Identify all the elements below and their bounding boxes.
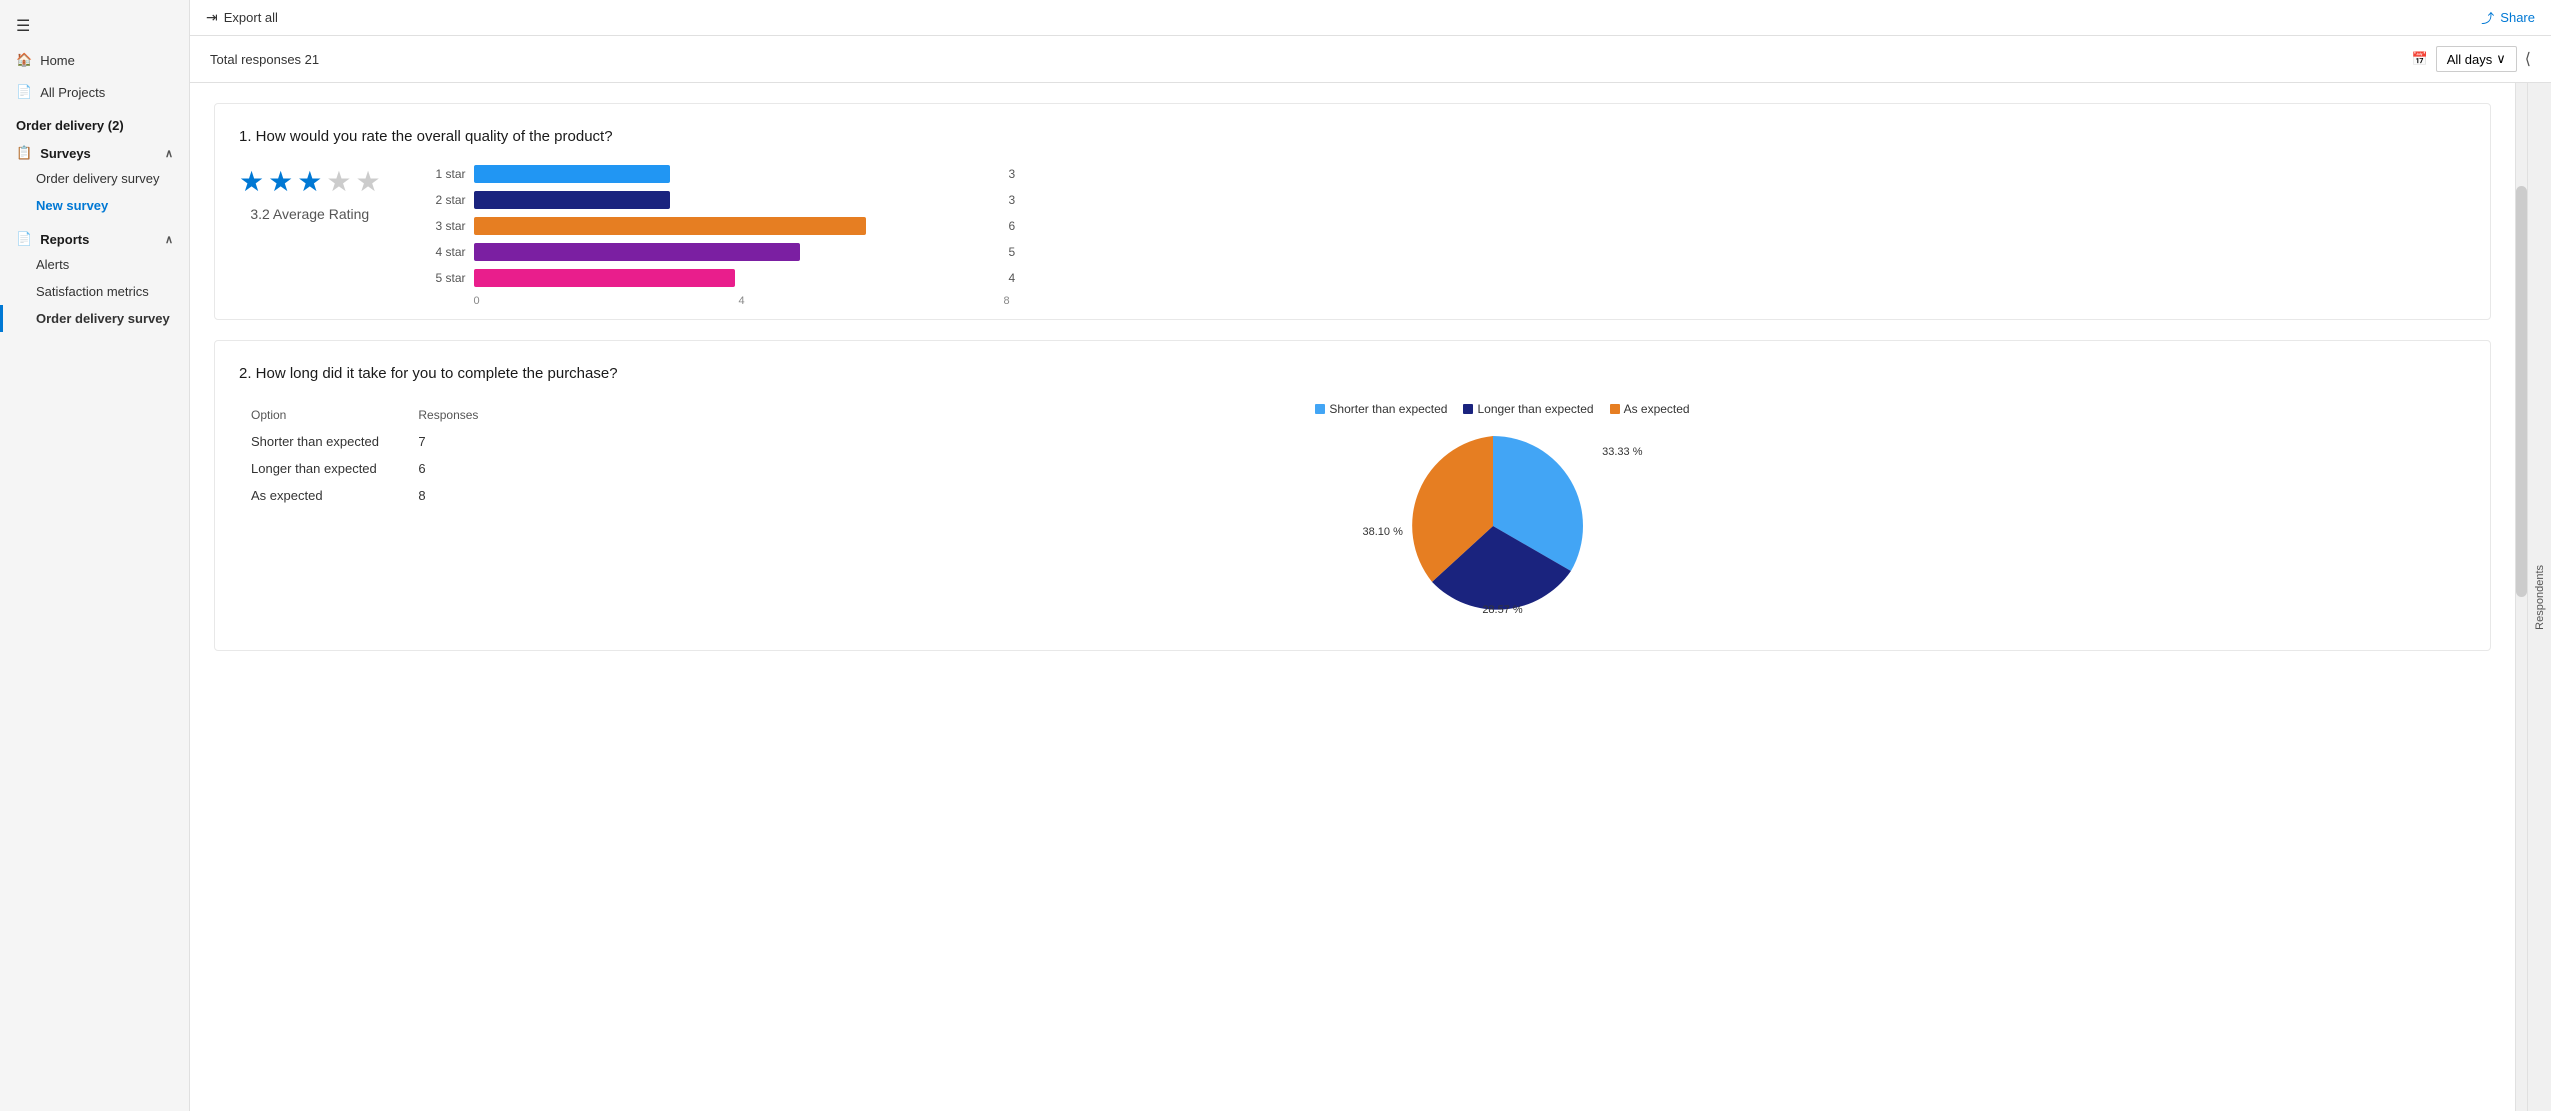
home-icon: 🏠 [16, 52, 32, 68]
share-button[interactable]: ⤴ Share [2481, 8, 2535, 27]
pie-label-expected: 38.10 % [1363, 526, 1403, 538]
pie-section: Option Responses Shorter than expected 7 [239, 402, 2466, 626]
share-icon: ⤴ [2481, 8, 2494, 27]
bar-fill-4star [474, 243, 801, 261]
legend-shorter: Shorter than expected [1315, 402, 1447, 416]
dropdown-chevron-icon: ∨ [2496, 51, 2506, 67]
question-2-title: 2. How long did it take for you to compl… [239, 365, 2466, 382]
avg-rating-label: 3.2 Average Rating [250, 206, 369, 222]
pie-label-shorter: 33.33 % [1602, 446, 1642, 458]
export-button[interactable]: ⇥ Export all [206, 9, 278, 26]
option-shorter: Shorter than expected [239, 428, 406, 455]
surveys-label: Surveys [40, 146, 91, 161]
legend-expected: As expected [1610, 402, 1690, 416]
star-5: ★ [355, 165, 380, 198]
bar-fill-1star [474, 165, 670, 183]
pie-table: Option Responses Shorter than expected 7 [239, 402, 499, 509]
share-label: Share [2500, 10, 2535, 25]
pie-chart-container: Shorter than expected Longer than expect… [539, 402, 2466, 626]
projects-icon: 📄 [16, 84, 32, 100]
pie-legend: Shorter than expected Longer than expect… [1315, 402, 1689, 416]
table-row-expected: As expected 8 [239, 482, 499, 509]
legend-dot-shorter [1315, 404, 1325, 414]
response-shorter: 7 [406, 428, 499, 455]
star-rating-display: ★ ★ ★ ★ ★ 3.2 Average Rating [239, 165, 381, 222]
surveys-chevron: ∧ [165, 147, 173, 160]
bar-row-1star: 1 star 3 [421, 165, 1021, 183]
bar-row-3star: 3 star 6 [421, 217, 1021, 235]
surveys-icon: 📋 [16, 145, 32, 161]
sidebar: ☰ 🏠 Home 📄 All Projects Order delivery (… [0, 0, 190, 1111]
filter-days-button[interactable]: All days ∨ [2436, 46, 2517, 72]
scrollbar-thumb[interactable] [2516, 186, 2527, 597]
response-longer: 6 [406, 455, 499, 482]
star-4: ★ [326, 165, 351, 198]
content-area: 1. How would you rate the overall qualit… [190, 83, 2515, 1111]
star-1: ★ [239, 165, 264, 198]
filter-label: All days [2447, 52, 2493, 67]
table-row-longer: Longer than expected 6 [239, 455, 499, 482]
main-content: ⇥ Export all ⤴ Share Total responses 21 … [190, 0, 2551, 1111]
question-1-title: 1. How would you rate the overall qualit… [239, 128, 2466, 145]
sidebar-item-alerts[interactable]: Alerts [0, 251, 189, 278]
calendar-icon: 📅 [2412, 51, 2428, 67]
bar-row-4star: 4 star 5 [421, 243, 1021, 261]
hamburger-menu[interactable]: ☰ [0, 8, 189, 44]
pie-svg [1393, 426, 1593, 626]
sidebar-item-order-delivery-survey-report[interactable]: Order delivery survey [0, 305, 189, 332]
collapse-icon[interactable]: ⟨ [2525, 49, 2531, 69]
legend-label-shorter: Shorter than expected [1329, 402, 1447, 416]
scrollbar[interactable] [2515, 83, 2527, 1111]
legend-longer: Longer than expected [1463, 402, 1593, 416]
x-tick-0: 0 [474, 295, 480, 307]
table-row-shorter: Shorter than expected 7 [239, 428, 499, 455]
pie-chart-wrapper: 33.33 % 28.57 % 38.10 % [1393, 426, 1613, 626]
all-projects-label: All Projects [40, 85, 105, 100]
home-label: Home [40, 53, 75, 68]
respondents-tab[interactable]: Respondents [2530, 557, 2550, 638]
star-2: ★ [268, 165, 293, 198]
response-expected: 8 [406, 482, 499, 509]
bar-row-5star: 5 star 4 [421, 269, 1021, 287]
option-longer: Longer than expected [239, 455, 406, 482]
section-title: Order delivery (2) [0, 108, 189, 137]
sidebar-item-order-delivery-survey[interactable]: Order delivery survey [0, 165, 189, 192]
pie-label-longer: 28.57 % [1482, 604, 1522, 616]
x-tick-8: 8 [1004, 295, 1010, 307]
sidebar-item-home[interactable]: 🏠 Home [0, 44, 189, 76]
bar-fill-3star [474, 217, 866, 235]
stars-row: ★ ★ ★ ★ ★ [239, 165, 381, 198]
star-3: ★ [297, 165, 322, 198]
option-expected: As expected [239, 482, 406, 509]
export-label: Export all [224, 10, 278, 25]
reports-icon: 📄 [16, 231, 32, 247]
reports-label: Reports [40, 232, 89, 247]
export-icon: ⇥ [206, 9, 218, 26]
responses-bar: Total responses 21 📅 All days ∨ ⟨ [190, 36, 2551, 83]
stars-section: ★ ★ ★ ★ ★ 3.2 Average Rating 1 star [239, 165, 2466, 295]
bar-chart: 1 star 3 2 star 3 [421, 165, 1021, 295]
sidebar-item-new-survey[interactable]: New survey [0, 192, 189, 219]
total-responses: Total responses 21 [210, 52, 319, 67]
menu-icon: ☰ [16, 16, 30, 36]
legend-label-expected: As expected [1624, 402, 1690, 416]
sidebar-item-satisfaction-metrics[interactable]: Satisfaction metrics [0, 278, 189, 305]
col-option: Option [239, 402, 406, 428]
bar-fill-2star [474, 191, 670, 209]
legend-dot-longer [1463, 404, 1473, 414]
col-responses: Responses [406, 402, 499, 428]
top-bar: ⇥ Export all ⤴ Share [190, 0, 2551, 36]
legend-label-longer: Longer than expected [1477, 402, 1593, 416]
surveys-section-header[interactable]: 📋 Surveys ∧ [0, 137, 189, 165]
question-2-card: 2. How long did it take for you to compl… [214, 340, 2491, 651]
x-tick-4: 4 [739, 295, 745, 307]
sidebar-item-all-projects[interactable]: 📄 All Projects [0, 76, 189, 108]
legend-dot-expected [1610, 404, 1620, 414]
reports-chevron: ∧ [165, 233, 173, 246]
reports-section-header[interactable]: 📄 Reports ∧ [0, 223, 189, 251]
bar-fill-5star [474, 269, 736, 287]
question-1-card: 1. How would you rate the overall qualit… [214, 103, 2491, 320]
bar-row-2star: 2 star 3 [421, 191, 1021, 209]
right-panel: Respondents [2527, 83, 2551, 1111]
